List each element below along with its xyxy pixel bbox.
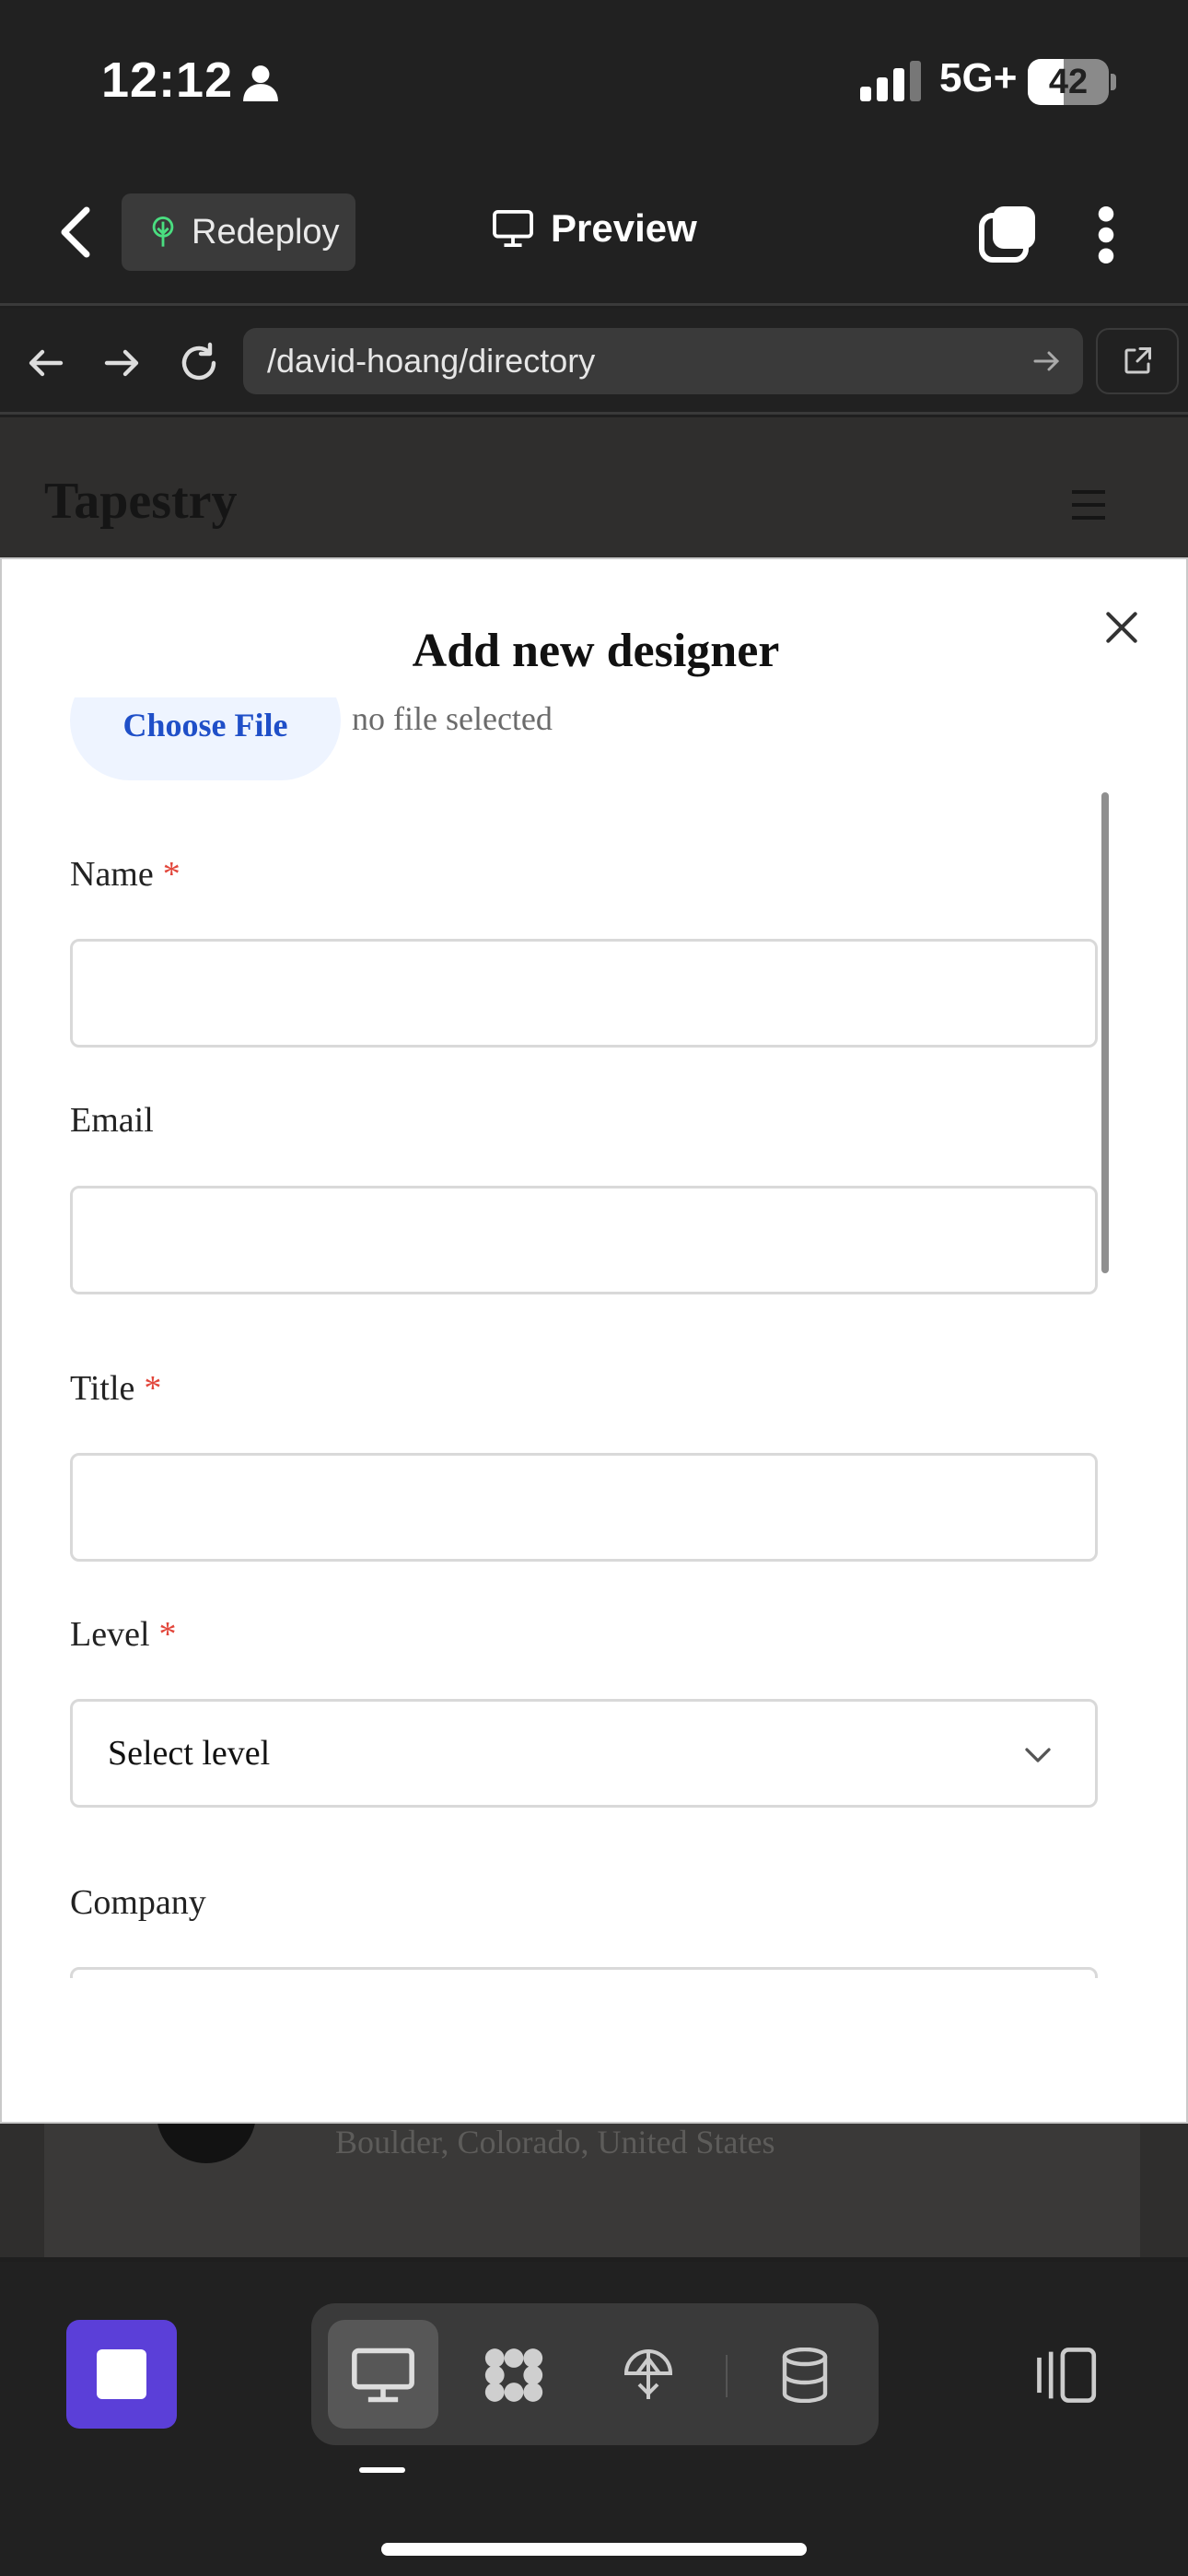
url-text: /david-hoang/directory <box>267 342 596 380</box>
deploy-icon[interactable] <box>615 2348 681 2403</box>
file-status: no file selected <box>352 700 553 737</box>
choose-file-button[interactable]: Choose File <box>70 697 341 780</box>
database-icon[interactable] <box>772 2348 838 2403</box>
level-label: Level * <box>70 1614 177 1655</box>
level-select[interactable]: Select level <box>70 1699 1098 1808</box>
status-time: 12:12 <box>101 53 234 108</box>
redeploy-button[interactable]: Redeploy <box>122 193 355 271</box>
name-label-text: Name <box>70 855 154 894</box>
email-label: Email <box>70 1101 154 1140</box>
company-field[interactable] <box>70 1967 1098 1978</box>
name-label: Name * <box>70 854 181 895</box>
add-designer-modal: Add new designer Choose File no file sel… <box>0 557 1188 2124</box>
modal-title: Add new designer <box>412 625 780 677</box>
chevron-down-icon <box>1025 1748 1051 1762</box>
hamburger-icon[interactable] <box>1070 488 1107 521</box>
arrow-go-icon[interactable] <box>1030 345 1063 378</box>
close-icon[interactable] <box>1101 607 1142 648</box>
preview-label: Preview <box>551 206 697 250</box>
title-field[interactable] <box>70 1453 1098 1562</box>
modal-form[interactable]: Choose File no file selected Name * Email… <box>2 697 1186 1978</box>
name-field[interactable] <box>70 939 1098 1048</box>
required-mark: * <box>144 1369 162 1408</box>
toolbar-divider <box>726 2355 728 2397</box>
preview-tab[interactable]: Preview <box>492 206 697 251</box>
battery-level: 42 <box>1048 63 1089 101</box>
stop-button[interactable] <box>66 2320 177 2429</box>
designer-location: Boulder, Colorado, United States <box>335 2124 775 2160</box>
grid-flower-icon[interactable] <box>481 2348 547 2403</box>
site-logo[interactable]: Tapestry <box>44 472 238 531</box>
title-label: Title * <box>70 1368 161 1409</box>
arrow-right-icon[interactable] <box>99 341 144 385</box>
desktop-icon <box>352 2348 414 2403</box>
panel-icon[interactable] <box>1031 2346 1098 2405</box>
level-selected-value: Select level <box>108 1734 271 1773</box>
battery-icon: 42 <box>1028 59 1116 105</box>
back-icon[interactable] <box>53 205 99 260</box>
tree-icon <box>152 217 174 247</box>
tabs-icon[interactable] <box>978 205 1037 263</box>
external-link-icon <box>1124 347 1151 374</box>
more-icon[interactable] <box>1094 206 1118 263</box>
open-external-button[interactable] <box>1096 328 1179 394</box>
required-mark: * <box>162 855 181 894</box>
home-indicator[interactable] <box>381 2543 807 2556</box>
company-label: Company <box>70 1883 206 1922</box>
required-mark: * <box>158 1615 177 1654</box>
level-label-text: Level <box>70 1615 150 1654</box>
network-label: 5G+ <box>939 55 1018 100</box>
reload-icon[interactable] <box>177 341 221 385</box>
monitor-icon <box>493 209 533 248</box>
modal-scrollbar[interactable] <box>1101 792 1109 1273</box>
arrow-left-icon[interactable] <box>24 341 68 385</box>
stop-icon <box>97 2349 146 2399</box>
redeploy-label: Redeploy <box>192 212 340 252</box>
title-label-text: Title <box>70 1369 135 1408</box>
active-indicator <box>359 2467 405 2473</box>
email-field[interactable] <box>70 1186 1098 1294</box>
signal-icon <box>860 61 921 101</box>
url-field[interactable]: /david-hoang/directory <box>243 328 1083 394</box>
person-icon <box>243 65 278 101</box>
